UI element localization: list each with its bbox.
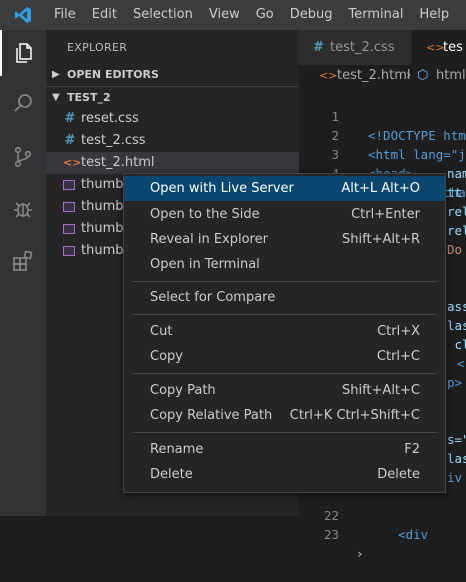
breadcrumb-symbol[interactable]: html — [436, 65, 466, 87]
menu-item-copy-relative-path[interactable]: Copy Relative Path Ctrl+K Ctrl+Shift+C — [124, 403, 445, 428]
menu-item-open-in-terminal[interactable]: Open in Terminal — [124, 252, 445, 277]
menu-edit[interactable]: Edit — [84, 0, 125, 30]
css-file-icon: # — [313, 40, 324, 55]
chevron-right-icon: ▶ — [52, 69, 60, 80]
file-name: test_2.html — [81, 155, 155, 170]
explorer-title: EXPLORER — [67, 41, 128, 54]
folder-label: TEST_2 — [67, 91, 111, 104]
fold-chevron-icon[interactable]: › — [356, 544, 364, 563]
tab-label: tes — [443, 40, 463, 55]
menu-separator — [132, 373, 437, 374]
files-icon[interactable] — [0, 30, 46, 76]
line-number: 23 — [323, 527, 339, 542]
menu-item-reveal-in-explorer[interactable]: Reveal in Explorer Shift+Alt+R — [124, 227, 445, 252]
open-editors-label: OPEN EDITORS — [67, 68, 159, 81]
code-text: <div — [368, 527, 429, 542]
menu-item-label: Copy Path — [150, 383, 216, 398]
menu-item-label: Copy Relative Path — [150, 408, 273, 423]
code-line: 3 <head> — [299, 126, 466, 181]
menu-item-select-for-compare[interactable]: Select for Compare — [124, 285, 445, 310]
menu-item-shortcut: F2 — [404, 442, 420, 457]
menu-item-copy[interactable]: Copy Ctrl+C — [124, 344, 445, 369]
html-file-icon: <> — [426, 41, 445, 54]
menu-item-shortcut: Ctrl+X — [377, 324, 420, 339]
menu-item-label: Open to the Side — [150, 207, 260, 222]
menu-item-shortcut: Alt+L Alt+O — [341, 181, 420, 196]
activity-bar — [0, 30, 46, 516]
menu-help[interactable]: Help — [411, 0, 457, 30]
file-item-reset-css[interactable]: # reset.css — [46, 108, 299, 130]
menu-selection[interactable]: Selection — [125, 0, 201, 30]
code-line: 1 <!DOCTYPE htm — [299, 88, 466, 143]
menu-item-copy-path[interactable]: Copy Path Shift+Alt+C — [124, 378, 445, 403]
image-file-icon — [63, 246, 75, 256]
file-item-test2-css[interactable]: # test_2.css — [46, 130, 299, 152]
menu-item-delete[interactable]: Delete Delete — [124, 462, 445, 487]
symbol-icon: ⬡ — [417, 68, 429, 83]
menu-item-shortcut: Shift+Alt+R — [342, 232, 420, 247]
menu-item-label: Copy — [150, 349, 183, 364]
html-file-icon: <> — [319, 69, 338, 82]
menu-item-shortcut: Delete — [377, 467, 420, 482]
html-file-icon: <> — [63, 156, 82, 169]
code-line: 2 <html lang="j — [299, 107, 466, 162]
menu-item-shortcut: Ctrl+C — [376, 349, 420, 364]
extensions-icon[interactable] — [0, 238, 46, 284]
folder-section[interactable]: ▼ TEST_2 — [46, 86, 299, 109]
tab-bar: # test_2.css <> tes — [299, 30, 466, 65]
menu-item-shortcut: Ctrl+Enter — [351, 207, 420, 222]
menu-item-label: Select for Compare — [150, 290, 276, 305]
menu-item-cut[interactable]: Cut Ctrl+X — [124, 319, 445, 344]
menu-item-label: Rename — [150, 442, 204, 457]
file-name: reset.css — [81, 111, 139, 126]
source-control-icon[interactable] — [0, 134, 46, 180]
menu-go[interactable]: Go — [248, 0, 282, 30]
menu-item-label: Reveal in Explorer — [150, 232, 268, 247]
file-item-test2-html[interactable]: <> test_2.html — [46, 152, 299, 174]
menu-item-open-with-live-server[interactable]: Open with Live Server Alt+L Alt+O — [124, 176, 445, 201]
menu-item-label: Delete — [150, 467, 193, 482]
css-file-icon: # — [64, 111, 76, 126]
tab-test2-css[interactable]: # test_2.css — [299, 30, 411, 65]
code-line: 4 <meta cha — [299, 145, 466, 200]
menu-item-open-to-the-side[interactable]: Open to the Side Ctrl+Enter — [124, 202, 445, 227]
menu-terminal[interactable]: Terminal — [341, 0, 412, 30]
open-editors-section[interactable]: ▶ OPEN EDITORS — [46, 64, 299, 86]
menu-item-label: Cut — [150, 324, 173, 339]
menu-item-label: Open in Terminal — [150, 257, 260, 272]
breadcrumb-file[interactable]: test_2.html — [337, 65, 410, 87]
image-file-icon — [63, 224, 75, 234]
menu-view[interactable]: View — [201, 0, 248, 30]
image-file-icon — [63, 180, 75, 190]
chevron-down-icon: ▼ — [52, 92, 60, 103]
css-file-icon: # — [64, 133, 76, 148]
menu-item-shortcut: Shift+Alt+C — [341, 383, 420, 398]
menu-item-rename[interactable]: Rename F2 — [124, 437, 445, 462]
image-file-icon — [63, 202, 75, 212]
menu-item-label: Open with Live Server — [150, 181, 294, 196]
context-menu: Open with Live Server Alt+L Alt+O Open t… — [123, 173, 446, 493]
chevron-right-icon: › — [406, 68, 412, 83]
breadcrumb: <> test_2.html › ⬡ html — [299, 65, 466, 87]
search-icon[interactable] — [0, 80, 46, 126]
file-name: test_2.css — [81, 133, 146, 148]
tab-test2-html[interactable]: <> tes — [412, 30, 466, 65]
menu-separator — [132, 314, 437, 315]
menu-debug[interactable]: Debug — [282, 0, 341, 30]
menu-separator — [132, 432, 437, 433]
tab-label: test_2.css — [330, 40, 395, 55]
menu-bar: File Edit Selection View Go Debug Termin… — [0, 0, 466, 30]
vscode-logo-icon — [0, 0, 46, 30]
debug-icon[interactable] — [0, 186, 46, 232]
menu-separator — [132, 281, 437, 282]
menu-item-shortcut: Ctrl+K Ctrl+Shift+C — [289, 408, 420, 423]
menu-file[interactable]: File — [46, 0, 84, 30]
